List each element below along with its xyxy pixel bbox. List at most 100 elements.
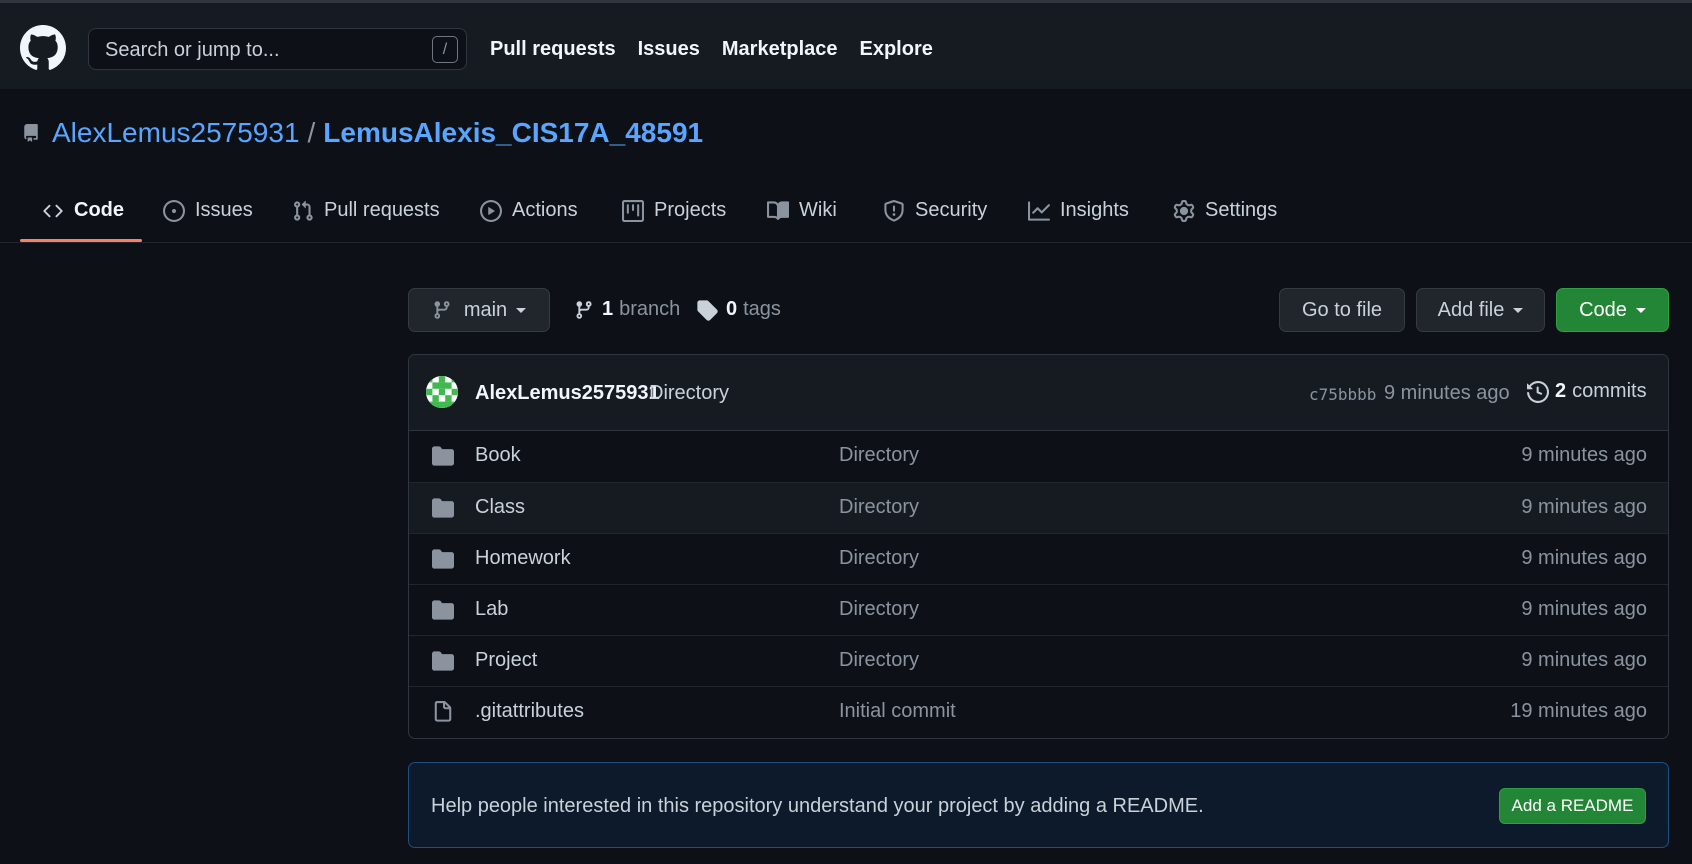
- tab-pull-requests-label: Pull requests: [324, 199, 440, 221]
- history-icon: [1527, 380, 1549, 403]
- tag-count: 0: [726, 298, 738, 320]
- code-icon: [42, 201, 64, 221]
- file-commit-message[interactable]: Directory: [839, 444, 919, 467]
- file-name[interactable]: Lab: [475, 598, 508, 621]
- active-tab-indicator: [20, 239, 142, 242]
- branch-select-button[interactable]: main: [408, 288, 550, 332]
- file-commit-message[interactable]: Directory: [839, 496, 919, 519]
- tab-issues-label: Issues: [195, 199, 253, 221]
- tab-wiki[interactable]: Wiki: [767, 178, 837, 243]
- git-pull-request-icon: [292, 200, 314, 222]
- commit-author-link[interactable]: AlexLemus2575931: [475, 382, 660, 405]
- project-icon: [622, 199, 644, 222]
- chevron-down-icon: [516, 307, 527, 313]
- tab-insights[interactable]: Insights: [1028, 178, 1129, 243]
- commit-sha-link[interactable]: c75bbbb: [1309, 385, 1376, 404]
- commit-message-link[interactable]: Directory: [649, 382, 729, 405]
- tab-projects-label: Projects: [654, 199, 727, 221]
- chevron-down-icon: [1513, 307, 1524, 313]
- issue-opened-icon: [163, 199, 185, 222]
- tab-actions-label: Actions: [512, 199, 578, 221]
- add-readme-label: Add a README: [1511, 796, 1634, 815]
- file-row-gitattributes[interactable]: .gitattributes Initial commit 19 minutes…: [409, 686, 1668, 737]
- file-commit-message[interactable]: Directory: [839, 598, 919, 621]
- tab-settings-label: Settings: [1205, 199, 1278, 221]
- file-row-project[interactable]: Project Directory 9 minutes ago: [409, 635, 1668, 686]
- nav-explore[interactable]: Explore: [860, 38, 933, 61]
- folder-icon: [431, 599, 455, 621]
- commits-history-link[interactable]: 2 commits: [1527, 380, 1647, 403]
- file-commit-message[interactable]: Directory: [839, 649, 919, 672]
- file-commit-message[interactable]: Directory: [839, 547, 919, 570]
- tab-security-label: Security: [915, 199, 988, 221]
- file-row-lab[interactable]: Lab Directory 9 minutes ago: [409, 584, 1668, 635]
- folder-icon: [431, 650, 455, 672]
- add-file-label: Add file: [1437, 298, 1505, 321]
- file-row-class[interactable]: Class Directory 9 minutes ago: [409, 482, 1668, 533]
- gear-icon: [1173, 199, 1195, 222]
- repo-owner-link[interactable]: AlexLemus2575931: [52, 117, 300, 149]
- folder-icon: [431, 445, 455, 467]
- repo-name-link[interactable]: LemusAlexis_CIS17A_48591: [323, 117, 703, 149]
- readme-banner: Help people interested in this repositor…: [408, 762, 1669, 848]
- go-to-file-button[interactable]: Go to file: [1279, 288, 1405, 332]
- shield-icon: [883, 199, 905, 222]
- avatar[interactable]: [426, 376, 458, 408]
- file-name[interactable]: Project: [475, 649, 537, 672]
- global-header: Search or jump to... / Pull requests Iss…: [0, 0, 1692, 89]
- code-button-label: Code: [1579, 298, 1627, 321]
- go-to-file-label: Go to file: [1301, 298, 1383, 321]
- tags-link[interactable]: 0 tags: [696, 298, 781, 321]
- folder-icon: [431, 548, 455, 570]
- tab-settings[interactable]: Settings: [1173, 178, 1277, 243]
- file-name[interactable]: Homework: [475, 547, 571, 570]
- file-row-homework[interactable]: Homework Directory 9 minutes ago: [409, 533, 1668, 584]
- code-dropdown-button[interactable]: Code: [1556, 288, 1669, 332]
- commit-count-label: commits: [1572, 380, 1647, 402]
- tab-projects[interactable]: Projects: [622, 178, 726, 243]
- repo-nav: Code Issues Pull requests Actions Projec…: [0, 178, 1692, 243]
- file-list-box: AlexLemus2575931 Directory c75bbbb 9 min…: [408, 354, 1669, 739]
- tab-code[interactable]: Code: [42, 178, 124, 243]
- branch-count: 1: [602, 298, 614, 320]
- tag-icon: [696, 299, 718, 321]
- tab-issues[interactable]: Issues: [163, 178, 253, 243]
- tab-insights-label: Insights: [1060, 199, 1129, 221]
- git-branch-icon: [432, 299, 452, 321]
- branches-link[interactable]: 1 branch: [574, 298, 680, 321]
- file-name[interactable]: Class: [475, 496, 525, 519]
- nav-pull-requests[interactable]: Pull requests: [490, 38, 616, 61]
- file-icon: [431, 701, 455, 723]
- nav-marketplace[interactable]: Marketplace: [722, 38, 838, 61]
- file-commit-message[interactable]: Initial commit: [839, 700, 956, 723]
- global-nav: Pull requests Issues Marketplace Explore: [490, 38, 933, 61]
- tab-code-label: Code: [74, 199, 124, 221]
- tag-count-label: tags: [743, 298, 781, 320]
- latest-commit-bar: AlexLemus2575931 Directory c75bbbb 9 min…: [409, 355, 1668, 431]
- nav-issues[interactable]: Issues: [638, 38, 700, 61]
- tab-actions[interactable]: Actions: [480, 178, 578, 243]
- branch-name: main: [463, 298, 508, 321]
- add-file-button[interactable]: Add file: [1416, 288, 1545, 332]
- repo-title: AlexLemus2575931 / LemusAlexis_CIS17A_48…: [22, 117, 703, 149]
- github-logo-icon[interactable]: [20, 25, 66, 71]
- repo-icon: [22, 122, 40, 144]
- file-row-book[interactable]: Book Directory 9 minutes ago: [409, 431, 1668, 482]
- git-branch-icon: [574, 299, 594, 321]
- search-input[interactable]: Search or jump to... /: [88, 28, 467, 70]
- tab-security[interactable]: Security: [883, 178, 987, 243]
- book-icon: [767, 200, 789, 222]
- file-age: 9 minutes ago: [1521, 598, 1647, 620]
- commit-time: 9 minutes ago: [1384, 382, 1510, 404]
- folder-icon: [431, 497, 455, 519]
- file-age: 9 minutes ago: [1521, 547, 1647, 569]
- add-readme-button[interactable]: Add a README: [1499, 788, 1646, 824]
- graph-icon: [1028, 200, 1050, 222]
- file-name[interactable]: Book: [475, 444, 521, 467]
- search-shortcut-key: /: [432, 36, 458, 63]
- file-age: 9 minutes ago: [1521, 496, 1647, 518]
- tab-pull-requests[interactable]: Pull requests: [292, 178, 440, 243]
- file-name[interactable]: .gitattributes: [475, 700, 584, 723]
- branch-count-label: branch: [619, 298, 681, 320]
- readme-prompt-text: Help people interested in this repositor…: [431, 795, 1204, 817]
